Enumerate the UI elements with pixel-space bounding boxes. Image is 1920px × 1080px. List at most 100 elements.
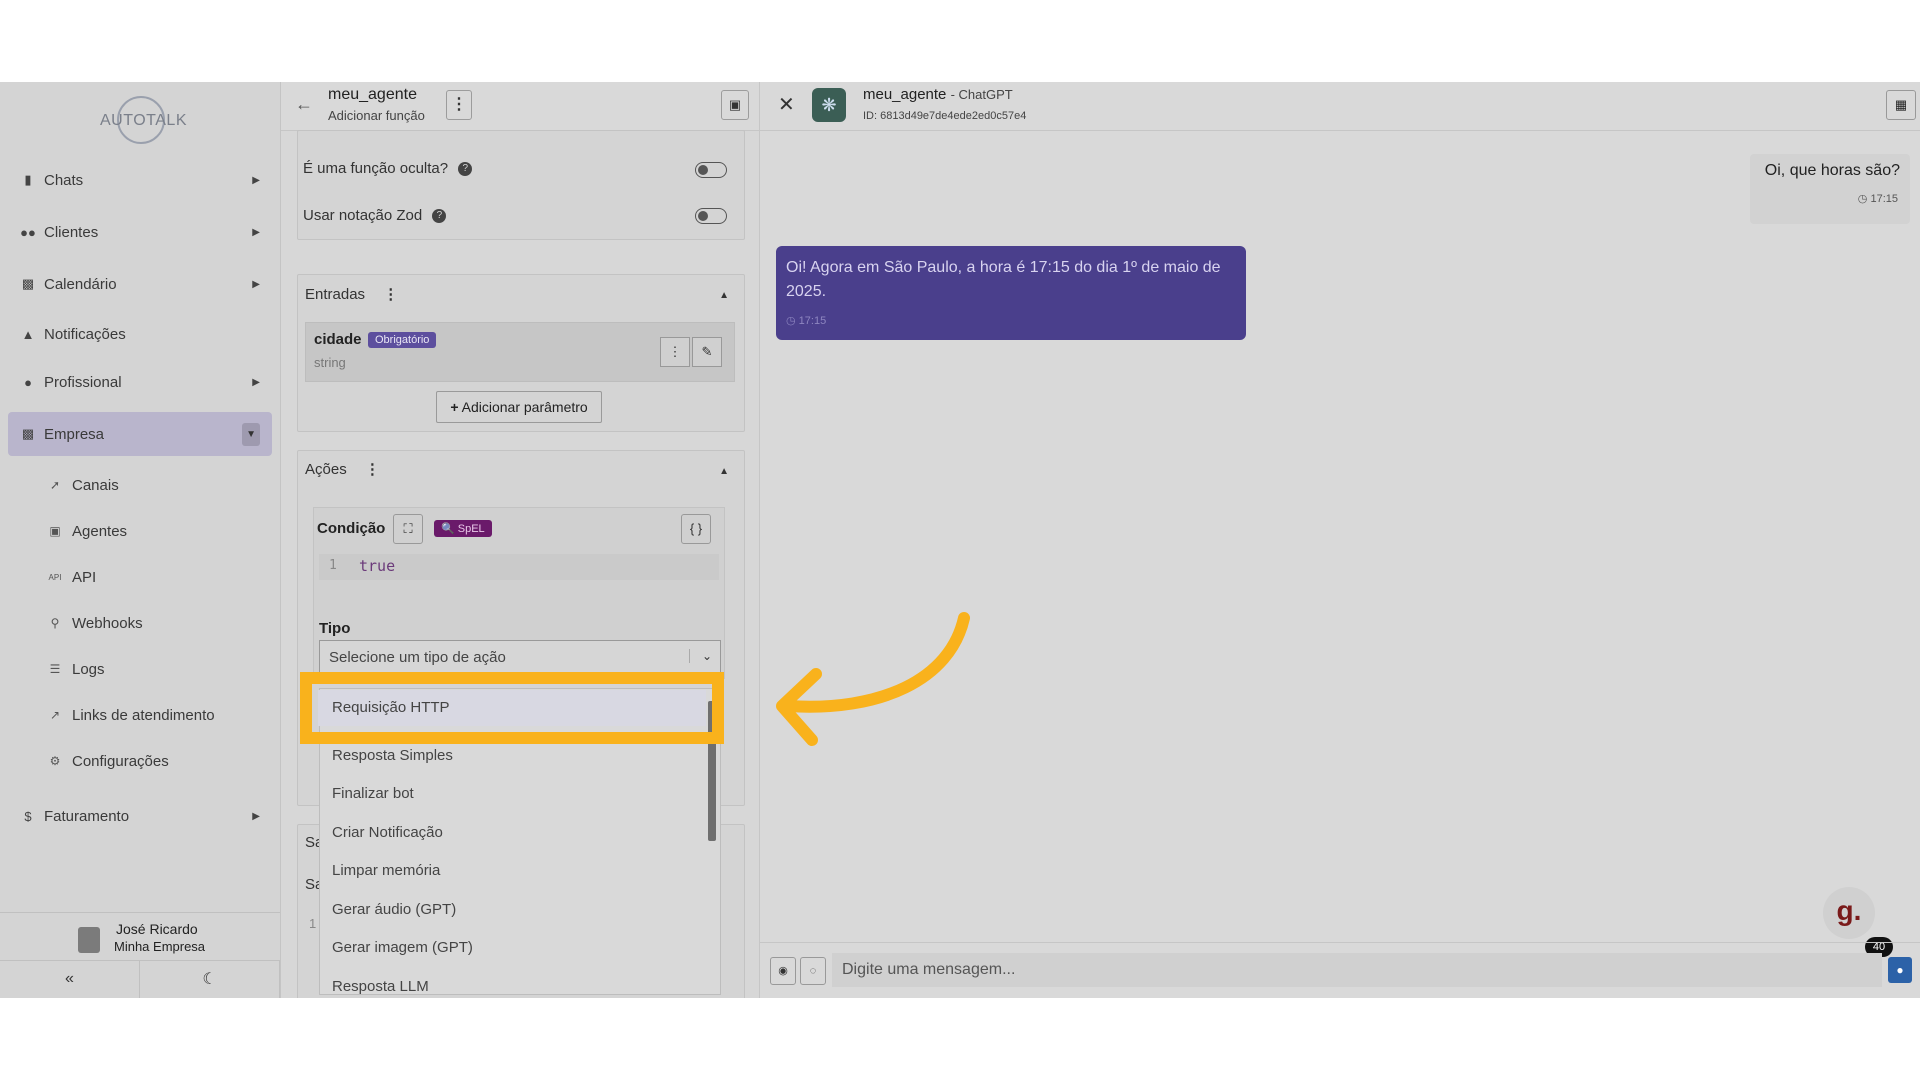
edit-parameter-button[interactable]: ✎ (692, 337, 722, 367)
condition-code-editor[interactable]: 1 true (319, 554, 719, 580)
message-input[interactable]: Digite uma mensagem... (832, 953, 1882, 987)
microphone-icon: ● (1896, 963, 1904, 977)
parameter-name: cidade (314, 331, 362, 348)
parameter-type: string (314, 355, 346, 370)
option-resposta-simples[interactable]: Resposta Simples (332, 747, 453, 764)
help-icon[interactable]: ? (458, 162, 473, 177)
agent-id: ID: 6813d49e7de4ede2ed0c57e4 (863, 110, 1027, 122)
option-gerar-imagem[interactable]: Gerar imagem (GPT) (332, 939, 473, 956)
attach-button[interactable]: ◌ (800, 957, 826, 985)
save-button[interactable]: ▣ (721, 90, 749, 120)
kebab-icon: ⋮ (668, 344, 682, 359)
sidebar-item-label: Chats (44, 171, 84, 189)
option-limpar-memoria[interactable]: Limpar memória (332, 862, 440, 879)
message-time: ◷ 17:15 (1858, 192, 1898, 205)
option-resposta-llm[interactable]: Resposta LLM (332, 978, 429, 995)
dollar-icon: $ (24, 808, 32, 824)
camera-icon: ◉ (778, 965, 788, 977)
braces-button[interactable]: { } (681, 514, 711, 544)
chevron-right-icon: ▶ (252, 174, 260, 186)
sidebar-item-api[interactable]: API API (48, 562, 97, 592)
action-type-select[interactable]: Selecione um tipo de ação ⌄ (319, 640, 721, 676)
type-label: Tipo (319, 620, 351, 637)
sidebar-item-logs[interactable]: ☰ Logs (48, 654, 105, 684)
sidebar-item-clientes[interactable]: ●● Clientes ▶ (8, 210, 272, 254)
add-parameter-label: Adicionar parâmetro (461, 399, 588, 415)
option-finalizar-bot[interactable]: Finalizar bot (332, 785, 414, 802)
sidebar-footer: « ☾ (0, 960, 280, 998)
user-message: Oi, que horas são? ◷ 17:15 (1750, 154, 1910, 224)
delete-chat-button[interactable]: ▦ (1886, 90, 1916, 120)
zod-toggle[interactable] (695, 208, 727, 224)
sidebar: AUTOTALK ▮ Chats ▶ ●● Clientes ▶ ▩ Calen… (0, 82, 281, 998)
zod-row: Usar notação Zod ? (303, 207, 447, 224)
back-arrow-icon[interactable]: ← (295, 94, 313, 115)
sidebar-item-faturamento[interactable]: $ Faturamento ▶ (8, 794, 272, 838)
sidebar-item-empresa[interactable]: ▩ Empresa ▼ (8, 412, 272, 456)
microphone-button[interactable]: ● (1888, 957, 1912, 983)
kebab-icon[interactable]: ⋮ (383, 286, 398, 303)
help-icon[interactable]: ? (432, 209, 447, 224)
chat-header: ✕ ❋ meu_agente - ChatGPT ID: 6813d49e7de… (760, 82, 1920, 131)
chevron-right-icon: ▶ (252, 226, 260, 238)
sidebar-item-agentes[interactable]: ▣ Agentes (48, 516, 127, 546)
sidebar-item-label: Calendário (44, 275, 117, 293)
plus-icon: + (450, 399, 459, 415)
sidebar-item-configuracoes[interactable]: ⚙ Configurações (48, 746, 169, 776)
option-gerar-audio[interactable]: Gerar áudio (GPT) (332, 901, 456, 918)
chat-panel: ✕ ❋ meu_agente - ChatGPT ID: 6813d49e7de… (760, 82, 1920, 998)
hidden-function-label: É uma função oculta? (303, 160, 449, 177)
condition-label: Condição (317, 520, 386, 537)
kebab-icon[interactable]: ⋮ (365, 461, 380, 478)
editor-title: meu_agente (328, 86, 417, 103)
highlight-frame (300, 672, 724, 744)
assistant-widget-button[interactable]: g. (1823, 887, 1875, 939)
chevron-up-icon[interactable]: ▲ (719, 290, 729, 301)
trash-icon: ▦ (1894, 97, 1908, 112)
double-chevron-left-icon: « (65, 970, 74, 987)
time-value: 17:15 (798, 315, 827, 327)
sidebar-item-links-de-atendimento[interactable]: ↗ Links de atendimento (48, 700, 215, 730)
camera-button[interactable]: ◉ (770, 957, 796, 985)
sidebar-item-calendario[interactable]: ▩ Calendário ▶ (8, 262, 272, 306)
hidden-function-row: É uma função oculta? ? (303, 160, 473, 177)
spel-label: SpEL (457, 523, 485, 535)
collapse-sidebar-button[interactable]: « (0, 960, 140, 998)
chatgpt-logo-icon: ❋ (812, 88, 846, 122)
rocket-icon: ➚ (49, 478, 61, 492)
hidden-function-toggle[interactable] (695, 162, 727, 178)
option-criar-notificacao[interactable]: Criar Notificação (332, 824, 443, 841)
sidebar-item-profissional[interactable]: ● Profissional ▶ (8, 360, 272, 404)
sidebar-item-webhooks[interactable]: ⚲ Webhooks (48, 608, 143, 638)
close-icon[interactable]: ✕ (778, 92, 795, 117)
zod-label: Usar notação Zod (303, 207, 423, 224)
bot-message: Oi! Agora em São Paulo, a hora é 17:15 d… (776, 246, 1246, 340)
input-placeholder: Digite uma mensagem... (842, 961, 1016, 978)
message-text: Oi! Agora em São Paulo, a hora é 17:15 d… (786, 259, 1221, 300)
expand-button[interactable]: ⛶ (393, 514, 423, 544)
gear-icon: ⚙ (49, 754, 61, 768)
editor-menu-button[interactable]: ⋮ (446, 90, 472, 120)
autotalk-logo[interactable]: AUTOTALK (100, 96, 186, 150)
user-profile[interactable]: José Ricardo Minha Empresa (0, 912, 280, 961)
function-editor-panel: ← meu_agente Adicionar função ⋮ ▣ É uma … (281, 82, 760, 998)
chevron-down-icon: ⌄ (688, 649, 712, 663)
sidebar-item-canais[interactable]: ➚ Canais (48, 470, 119, 500)
line-number: 1 (329, 558, 337, 573)
message-time: ◷ 17:15 (786, 314, 826, 327)
parameter-menu-button[interactable]: ⋮ (660, 337, 690, 367)
chevron-right-icon: ▶ (252, 278, 260, 290)
sidebar-item-notificacoes[interactable]: ▲ Notificações (8, 312, 272, 356)
add-parameter-button[interactable]: + Adicionar parâmetro (436, 391, 602, 423)
code-text: true (359, 557, 396, 575)
app-window: AUTOTALK ▮ Chats ▶ ●● Clientes ▶ ▩ Calen… (0, 82, 1920, 998)
avatar (78, 927, 100, 953)
kebab-icon: ⋮ (451, 96, 467, 113)
dark-mode-button[interactable]: ☾ (140, 960, 280, 998)
clock-icon: ◷ (1857, 193, 1868, 205)
chevron-down-icon[interactable]: ▼ (242, 422, 260, 446)
chevron-up-icon[interactable]: ▲ (719, 466, 729, 477)
required-badge: Obrigatório (368, 332, 437, 348)
editor-header: ← meu_agente Adicionar função ⋮ ▣ (281, 82, 759, 131)
sidebar-item-chats[interactable]: ▮ Chats ▶ (8, 158, 272, 202)
